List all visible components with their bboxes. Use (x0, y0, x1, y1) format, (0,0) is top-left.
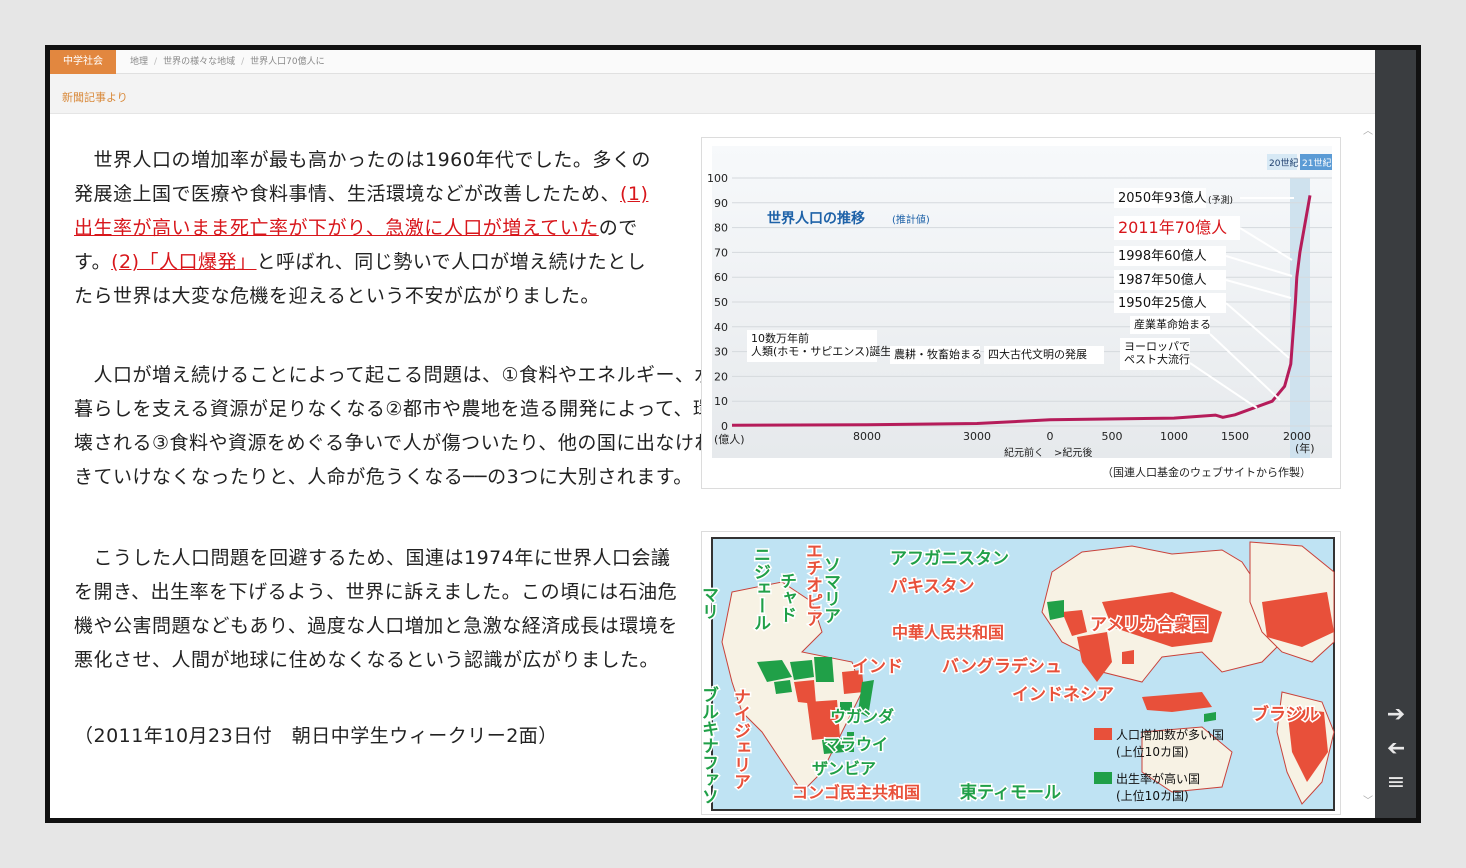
map-label-malawi: マラウイ (824, 735, 888, 754)
world-map: アメリカ合衆国 中華人民共和国インド パキスタンバングラデシュインドネシアブラジル ナ… (697, 537, 1335, 811)
country-chad (814, 657, 834, 682)
map-label-brazil: ブラジル (1252, 704, 1320, 725)
y-tick-label: 40 (714, 321, 728, 334)
y-tick-label: 30 (714, 346, 728, 359)
map-label-somalia: ソマリア (820, 556, 840, 624)
paragraph-text: 世界人口の増加率が最も高かったのは1960年代でした。多くの発展途上国で医療や食… (74, 149, 651, 205)
scroll-down-icon[interactable]: ﹀ (1363, 792, 1373, 807)
article-paragraph-3: こうした人口問題を回避するため、国連は1974年に世界人口会議を開き、出生率を下… (74, 541, 679, 677)
map-label-burkina-faso: ブルキナファソ (702, 685, 719, 805)
chart-title: 世界人口の推移 (767, 210, 865, 227)
side-nav: ➔ ➔ ≡ (1375, 50, 1416, 818)
map-label-uganda: ウガンダ (830, 707, 894, 726)
menu-icon[interactable]: ≡ (1382, 770, 1410, 796)
category-badge[interactable]: 中学社会 (50, 50, 116, 74)
highlight-link-2[interactable]: (2)「人口爆発」 (111, 251, 256, 273)
annotation-1998: 1998年60億人 (1118, 248, 1207, 264)
map-label-niger: ニジェール (750, 546, 771, 631)
annotation-homo-sapiens: 人類(ホモ・サピエンス)誕生 (751, 344, 891, 358)
legend-sub-green: (上位10カ国) (1116, 788, 1189, 803)
annotation-agriculture: 農耕・牧畜始まる (894, 347, 982, 361)
x-axis-label: (年) (1295, 441, 1315, 455)
map-label-china: 中華人民共和国 (892, 623, 1004, 642)
app-frame: 中学社会 地理 / 世界の様々な地域 / 世界人口70億人に 新聞記事より 世界人口の増… (45, 45, 1421, 823)
x-tick-label: 1500 (1221, 430, 1249, 443)
country-afghanistan (1047, 600, 1064, 620)
article-content: 世界人口の増加率が最も高かったのは1960年代でした。多くの発展途上国で医療や食… (50, 115, 1375, 818)
x-tick-label: 3000 (963, 430, 991, 443)
breadcrumb-item[interactable]: 世界人口70億人に (250, 57, 324, 67)
article-source: （2011年10月23日付 朝日中学生ウィークリー2面） (74, 725, 558, 747)
arrow-left-icon[interactable]: ➔ (1382, 736, 1410, 762)
annotation-2050: 2050年93億人 (1118, 190, 1207, 206)
annotation-homo-sapiens: 10数万年前 (751, 331, 809, 345)
map-label-mali: マリ (702, 586, 718, 620)
sub-bar: 新聞記事より (50, 74, 1375, 114)
y-tick-label: 90 (714, 197, 728, 210)
map-label-zambia: ザンビア (812, 759, 876, 778)
x-tick-label: 1000 (1160, 430, 1188, 443)
population-chart-figure: 0 10 20 30 40 50 60 70 80 90 100 8000 3000 0 500 1000 1… (701, 137, 1341, 489)
y-tick-label: 80 (714, 222, 728, 235)
page-viewer: 中学社会 地理 / 世界の様々な地域 / 世界人口70億人に 新聞記事より 世界人口の増… (50, 50, 1375, 818)
country-burkina-faso (774, 680, 792, 694)
annotation-forecast: (予測) (1208, 194, 1233, 206)
map-label-ethiopia: エチオピア (802, 542, 822, 627)
century-label-20: 20世紀 (1269, 157, 1298, 169)
scroll-up-icon[interactable]: ︿ (1363, 122, 1373, 137)
country-niger (790, 660, 814, 680)
map-label-pakistan: パキスタン (890, 577, 975, 597)
annotation-plague: ペスト大流行 (1124, 352, 1190, 366)
arrow-right-icon[interactable]: ➔ (1382, 702, 1410, 728)
breadcrumb-item[interactable]: 地理 (130, 57, 148, 67)
paragraph-text: こうした人口問題を回避するため、国連は1974年に世界人口会議を開き、出生率を下… (74, 547, 678, 671)
y-tick-label: 60 (714, 271, 728, 284)
x-tick-label: 0 (1047, 430, 1054, 443)
era-label: 紀元前く >紀元後 (1004, 446, 1092, 459)
y-tick-label: 50 (714, 296, 728, 309)
paragraph-text: 人口が増え続けることによって起こる問題は、①食料やエネルギー、水など暮らしを支え… (74, 364, 753, 488)
legend-sub-red: (上位10カ国) (1116, 744, 1189, 759)
annotation-industrial: 産業革命始まる (1134, 317, 1211, 331)
map-label-nigeria: ナイジェリア (730, 688, 750, 790)
chart-subtitle: (推計値) (892, 213, 930, 226)
y-axis-label: (億人) (714, 433, 745, 446)
y-tick-label: 100 (707, 172, 728, 185)
population-chart: 0 10 20 30 40 50 60 70 80 90 100 8000 3000 0 500 1000 1… (707, 146, 1332, 479)
page-subtitle: 新聞記事より (62, 91, 128, 104)
x-tick-label: 8000 (853, 430, 881, 443)
article-paragraph-1: 世界人口の増加率が最も高かったのは1960年代でした。多くの発展途上国で医療や食… (74, 143, 664, 313)
map-label-indonesia: インドネシア (1012, 685, 1114, 705)
article-paragraph-2: 人口が増え続けることによって起こる問題は、①食料やエネルギー、水など暮らしを支え… (74, 358, 764, 494)
breadcrumb-item[interactable]: 世界の様々な地域 (163, 57, 235, 67)
map-label-bangladesh: バングラデシュ (942, 656, 1062, 677)
y-tick-label: 10 (714, 395, 728, 408)
century-label-21: 21世紀 (1302, 157, 1331, 169)
map-label-chad: チャド (776, 572, 796, 623)
legend-swatch-green (1094, 772, 1112, 784)
y-tick-label: 70 (714, 246, 728, 259)
annotation-civilization: 四大古代文明の発展 (988, 347, 1087, 361)
world-map-figure: アメリカ合衆国 中華人民共和国インド パキスタンバングラデシュインドネシアブラジル ナ… (697, 531, 1341, 815)
legend-label-green: 出生率が高い国 (1116, 771, 1200, 786)
legend-swatch-red (1094, 728, 1112, 740)
map-label-east-timor: 東ティモール (960, 782, 1061, 803)
breadcrumb: 地理 / 世界の様々な地域 / 世界人口70億人に (130, 57, 325, 67)
annotation-1950: 1950年25億人 (1118, 295, 1207, 311)
y-tick-label: 0 (721, 420, 728, 433)
annotation-1987: 1987年50億人 (1118, 272, 1207, 288)
map-label-usa: アメリカ合衆国 (1090, 614, 1208, 635)
annotation-plague: ヨーロッパで (1124, 340, 1190, 353)
chart-source: （国連人口基金のウェブサイトから作製） (1102, 465, 1311, 479)
map-label-india: インド (852, 657, 903, 677)
legend-label-red: 人口増加数が多い国 (1116, 727, 1224, 742)
country-bangladesh (1122, 650, 1134, 664)
annotation-2011: 2011年70億人 (1118, 218, 1227, 237)
x-tick-label: 500 (1102, 430, 1123, 443)
top-bar: 中学社会 地理 / 世界の様々な地域 / 世界人口70億人に (50, 50, 1375, 74)
map-label-congo: コンゴ民主共和国 (792, 783, 920, 802)
y-tick-label: 20 (714, 370, 728, 383)
map-label-afghanistan: アフガニスタン (890, 549, 1009, 569)
